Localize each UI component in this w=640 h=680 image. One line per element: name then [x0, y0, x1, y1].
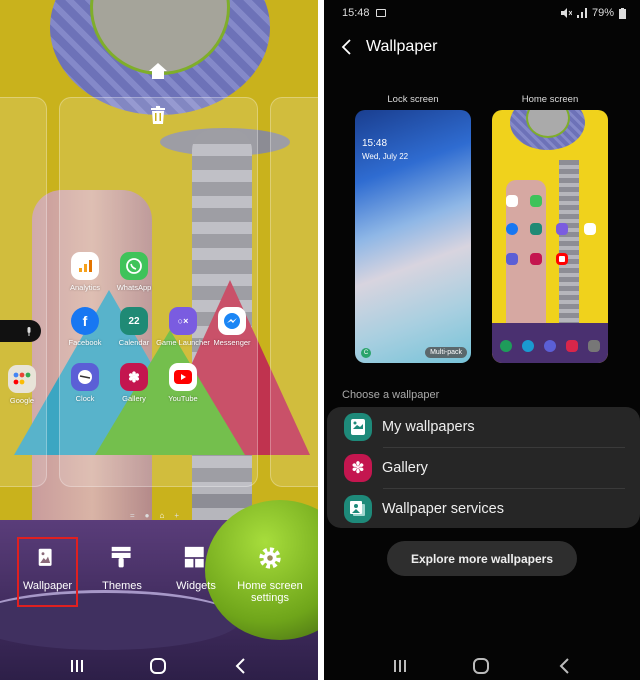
trash-icon[interactable]	[151, 106, 165, 124]
preview-spring	[559, 160, 579, 330]
menu-label: Themes	[102, 580, 142, 592]
page-title: Wallpaper	[366, 38, 438, 55]
app-label: YouTube	[168, 394, 198, 403]
home-page-dot-icon: ⌂	[159, 511, 165, 520]
battery-percent: 79%	[591, 7, 614, 19]
gallery-icon: ✽	[120, 363, 148, 391]
game-launcher-icon: ○×	[169, 307, 197, 335]
back-icon[interactable]	[340, 39, 354, 55]
recent-apps-icon[interactable]	[390, 656, 410, 676]
microphone-icon	[27, 326, 31, 336]
page-dot-icon: ●	[144, 511, 150, 520]
folder-label: Google	[9, 396, 35, 405]
preview-messages-icon	[522, 340, 534, 352]
preview-apps-icon	[588, 340, 600, 352]
home-button-icon[interactable]	[148, 656, 168, 676]
analytics-icon	[71, 252, 99, 280]
app-bar: Wallpaper	[340, 36, 437, 58]
page-indicator[interactable]: = ● ⌂ +	[130, 511, 179, 520]
menu-label: Widgets	[176, 580, 216, 592]
app-youtube[interactable]: YouTube	[153, 363, 213, 403]
menu-label: Home screen settings	[237, 580, 303, 604]
explore-more-wallpapers-button[interactable]: Explore more wallpapers	[387, 541, 577, 576]
signal-icon	[576, 8, 587, 18]
page-preview-current[interactable]	[59, 97, 258, 487]
lock-screen-preview[interactable]: 15:48 Wed, July 22 C Multi-pack	[355, 110, 471, 363]
home-screen-label: Home screen	[521, 94, 579, 105]
home-button-icon[interactable]	[471, 656, 491, 676]
multipack-badge: Multi-pack	[425, 347, 467, 358]
preview-calendar-icon	[530, 223, 542, 235]
facebook-icon: f	[71, 307, 99, 335]
messenger-icon	[218, 307, 246, 335]
search-bar-edge[interactable]	[0, 320, 41, 342]
option-gallery[interactable]: ✽ Gallery	[327, 448, 640, 488]
menu-lines-icon: =	[130, 511, 135, 520]
menu-label: Wallpaper	[22, 580, 73, 592]
option-wallpaper-services[interactable]: Wallpaper services	[327, 489, 640, 529]
page-preview-right[interactable]	[270, 97, 318, 487]
image-notification-icon	[376, 9, 386, 17]
widgets-icon	[184, 546, 204, 568]
wallpaper-options-list: My wallpapers ✽ Gallery Wallpaper servic…	[327, 407, 640, 528]
themes-button[interactable]: Themes	[92, 545, 152, 592]
back-nav-icon[interactable]	[231, 656, 251, 676]
preview-facebook-icon	[506, 223, 518, 235]
folder-google[interactable]: Google	[0, 365, 52, 405]
section-label: Choose a wallpaper	[342, 389, 440, 401]
lock-screen-label: Lock screen	[387, 94, 439, 105]
back-nav-icon[interactable]	[555, 656, 575, 676]
home-icon[interactable]	[148, 62, 168, 80]
my-wallpapers-icon	[344, 413, 372, 441]
preview-gallery-icon	[530, 253, 542, 265]
wallpaper-button[interactable]: Wallpaper	[17, 545, 78, 592]
wallpaper-services-icon	[344, 495, 372, 523]
battery-icon	[619, 7, 626, 19]
page-preview-left[interactable]	[0, 97, 47, 487]
recent-apps-icon[interactable]	[67, 656, 87, 676]
home-screen-settings-button[interactable]: Home screen settings	[232, 545, 308, 604]
themes-icon	[111, 546, 131, 568]
wallpaper-screen: 15:48 79% Wallpaper Lock screen Home scr…	[324, 0, 640, 680]
lock-preview-date: Wed, July 22	[362, 152, 409, 161]
preview-game-launcher-icon	[556, 223, 568, 235]
preview-whatsapp-icon	[530, 195, 542, 207]
youtube-icon	[169, 363, 197, 391]
app-label: WhatsApp	[116, 283, 152, 292]
gear-icon	[259, 547, 281, 569]
preview-analytics-icon	[506, 195, 518, 207]
widgets-button[interactable]: Widgets	[166, 545, 226, 592]
preview-clock-icon	[506, 253, 518, 265]
app-label: Messenger	[213, 338, 251, 347]
calendar-day: 22	[128, 315, 140, 327]
gallery-icon: ✽	[344, 454, 372, 482]
home-screen-edit: Analytics WhatsApp f Facebook 22 Calenda…	[0, 0, 318, 680]
clock-icon	[71, 363, 99, 391]
app-messenger[interactable]: Messenger	[202, 307, 262, 347]
option-label: My wallpapers	[382, 419, 475, 435]
folder-icon	[8, 365, 36, 393]
preview-phone-icon	[500, 340, 512, 352]
whatsapp-icon	[120, 252, 148, 280]
option-label: Wallpaper services	[382, 501, 504, 517]
app-whatsapp[interactable]: WhatsApp	[104, 252, 164, 292]
home-screen-preview[interactable]	[492, 110, 608, 363]
preview-messenger-icon	[584, 223, 596, 235]
screenshot-composite: Analytics WhatsApp f Facebook 22 Calenda…	[0, 0, 640, 680]
navigation-bar	[0, 656, 318, 676]
mute-icon	[560, 8, 572, 18]
preview-internet-icon	[544, 340, 556, 352]
navigation-bar	[324, 656, 640, 676]
status-time: 15:48	[342, 7, 370, 19]
option-my-wallpapers[interactable]: My wallpapers	[327, 407, 640, 447]
preview-youtube-icon	[556, 253, 568, 265]
phone-shortcut-icon: C	[361, 348, 371, 358]
option-label: Gallery	[382, 460, 428, 476]
lock-preview-time: 15:48	[362, 138, 388, 149]
calendar-icon: 22	[120, 307, 148, 335]
preview-camera-icon	[566, 340, 578, 352]
add-page-icon: +	[174, 511, 180, 520]
status-bar: 15:48 79%	[342, 7, 626, 21]
wallpaper-icon	[38, 548, 52, 566]
